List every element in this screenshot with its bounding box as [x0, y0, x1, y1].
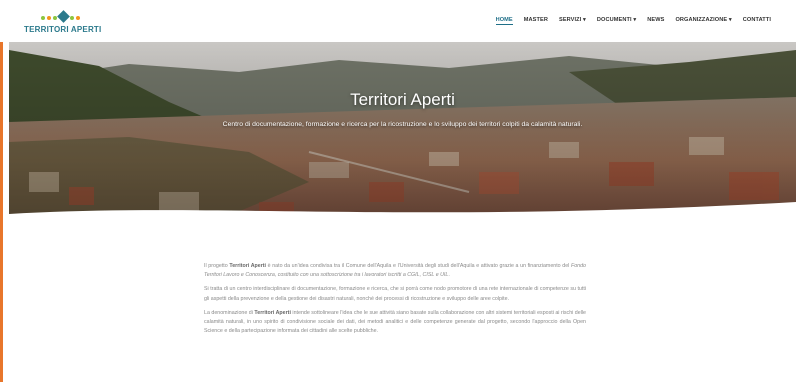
- main-nav: HOME MASTER SERVIZI ▾ DOCUMENTI ▾ NEWS O…: [495, 17, 771, 25]
- page-edge-accent: [0, 0, 3, 382]
- project-name: Territori Aperti: [254, 309, 291, 316]
- intro-paragraph-1: Il progetto Territori Aperti è nato da u…: [204, 263, 586, 279]
- nav-item-contatti[interactable]: CONTATTI: [743, 17, 771, 25]
- nav-item-servizi[interactable]: SERVIZI ▾: [559, 17, 586, 25]
- nav-item-news[interactable]: NEWS: [647, 17, 664, 25]
- site-header: TERRITORI APERTI HOME MASTER SERVIZI ▾ D…: [0, 0, 805, 42]
- nav-item-organizzazione[interactable]: ORGANIZZAZIONE ▾: [675, 17, 731, 25]
- nav-item-master[interactable]: MASTER: [524, 17, 548, 25]
- logo-mark-icon: [41, 10, 80, 23]
- hero-banner: Territori Aperti Centro di documentazion…: [9, 42, 796, 224]
- hero-title: Territori Aperti: [350, 90, 455, 109]
- project-name: Territori Aperti: [229, 263, 267, 269]
- intro-content: Il progetto Territori Aperti è nato da u…: [204, 262, 586, 341]
- hero-landscape-image: [9, 42, 796, 224]
- site-logo[interactable]: TERRITORI APERTI: [22, 8, 102, 36]
- hero-subtitle: Centro di documentazione, formazione e r…: [222, 121, 583, 128]
- nav-item-home[interactable]: HOME: [495, 17, 513, 25]
- logo-text: TERRITORI APERTI: [24, 25, 102, 34]
- intro-paragraph-2: Si tratta di un centro interdisciplinare…: [204, 286, 586, 302]
- intro-paragraph-3: La denominazione di Territori Aperti int…: [204, 309, 587, 335]
- nav-item-documenti[interactable]: DOCUMENTI ▾: [597, 17, 636, 25]
